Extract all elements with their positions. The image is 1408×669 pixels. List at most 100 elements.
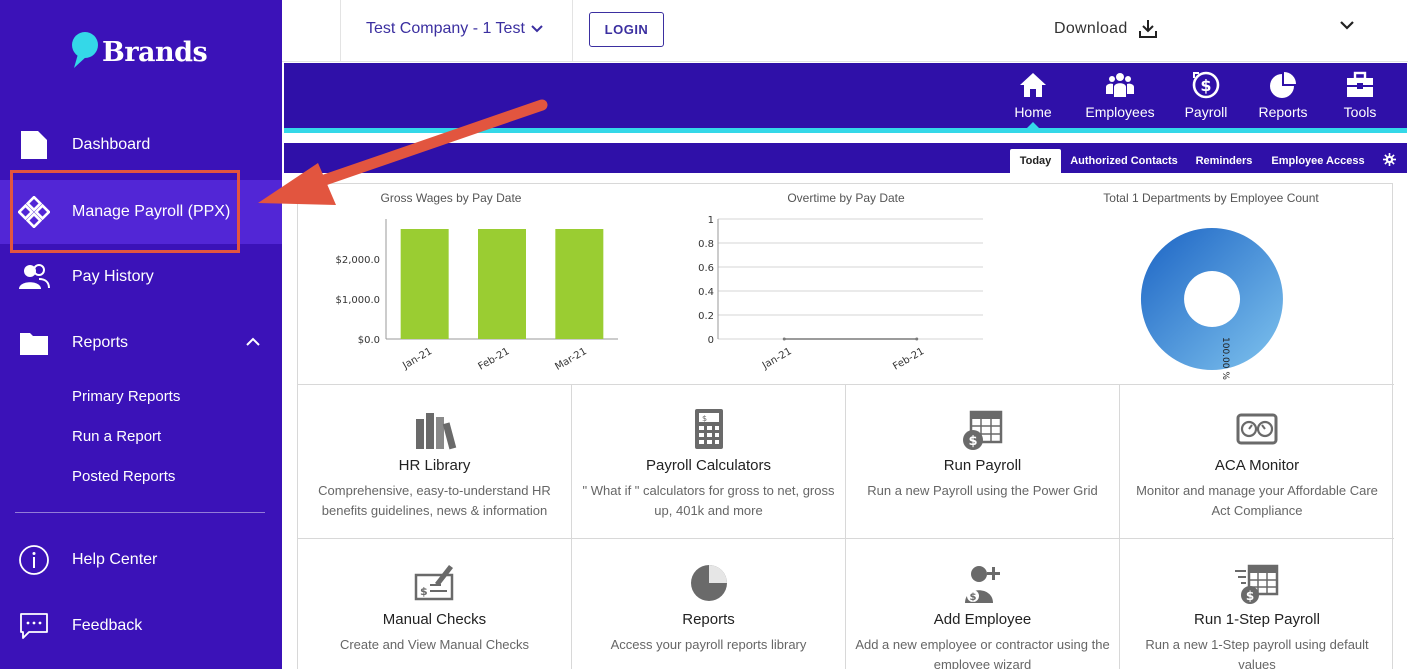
tile-description: Monitor and manage your Affordable Care … [1136, 483, 1378, 518]
company-name: Test Company - 1 Test [366, 20, 525, 37]
svg-text:$: $ [1200, 76, 1211, 95]
sidebar-item-label: Pay History [72, 268, 154, 285]
login-button[interactable]: LOGIN [589, 12, 664, 47]
tab-label: Tools [1343, 104, 1377, 120]
data-point[interactable] [915, 337, 919, 341]
x-tick-label: Jan-21 [400, 346, 434, 372]
calendar-dollar-icon: $ [962, 410, 1002, 450]
chat-icon [20, 613, 48, 639]
sidebar-item-help-center[interactable]: Help Center [0, 533, 282, 587]
x-tick-label: Jan-21 [760, 346, 794, 372]
gear-icon[interactable] [1383, 153, 1396, 166]
svg-text:$: $ [969, 592, 976, 603]
svg-text:$: $ [968, 434, 977, 449]
tab-label: Payroll [1184, 104, 1228, 120]
folder-icon [20, 333, 48, 355]
donut-slice-label: 100.00 % [1220, 337, 1230, 380]
chart-title-overtime: Overtime by Pay Date [787, 191, 905, 205]
x-tick-label: Feb-21 [477, 346, 512, 373]
tile-title: HR Library [398, 457, 471, 474]
chevron-down-icon[interactable] [1340, 20, 1354, 30]
tile-description: " What if " calculators for gross to net… [582, 483, 835, 518]
tile-title: Manual Checks [382, 611, 487, 628]
tile-hr-library[interactable]: HR Library Comprehensive, easy-to-unders… [298, 385, 572, 539]
subtab-reminders[interactable]: Reminders [1190, 149, 1258, 173]
home-icon [1020, 73, 1046, 97]
company-selector[interactable]: Test Company - 1 Test [366, 20, 543, 38]
download-label: Download [1054, 20, 1128, 37]
employees-icon [1106, 73, 1134, 97]
tile-run-1-step-payroll[interactable]: $ Run 1-Step Payroll Run a new 1-Step pa… [1120, 539, 1394, 669]
tab-home[interactable]: Home [993, 70, 1073, 125]
tile-title: Run 1-Step Payroll [1194, 611, 1320, 628]
x-tick-label: Feb-21 [891, 346, 926, 373]
tile-manual-checks[interactable]: $ Manual Checks Create and View Manual C… [298, 539, 572, 669]
tile-aca-monitor[interactable]: ACA Monitor Monitor and manage your Affo… [1120, 385, 1394, 539]
topbar-separator [340, 0, 341, 62]
tab-tools[interactable]: Tools [1320, 70, 1400, 125]
sidebar-item-reports[interactable]: Reports [0, 316, 282, 370]
tab-label: Home [1014, 104, 1052, 120]
y-tick-label: 0.2 [698, 311, 714, 322]
tile-description: Create and View Manual Checks [339, 637, 530, 652]
donut-slice[interactable] [1140, 228, 1283, 370]
chart-title-departments: Total 1 Departments by Employee Count [1103, 191, 1319, 205]
tile-reports[interactable]: Reports Access your payroll reports libr… [572, 539, 846, 669]
tile-title: Payroll Calculators [645, 457, 772, 474]
payroll-icon: $ [1192, 71, 1220, 99]
tile-run-payroll[interactable]: $ Run Payroll Run a new Payroll using th… [846, 385, 1120, 539]
y-tick-label: 0 [708, 335, 714, 346]
data-point[interactable] [782, 337, 786, 341]
y-tick-label: 1 [708, 215, 714, 226]
chevron-down-icon [531, 25, 543, 33]
gauge-icon [1236, 413, 1278, 445]
tile-description: Add a new employee or contractor using t… [855, 637, 1110, 669]
pie-chart-icon [690, 565, 727, 601]
add-person-icon: $ [964, 566, 1000, 603]
bar[interactable] [555, 229, 604, 339]
bar[interactable] [400, 229, 449, 339]
sidebar-item-feedback[interactable]: Feedback [0, 599, 282, 653]
subtab-employee-access[interactable]: Employee Access [1266, 149, 1370, 173]
tile-title: Add Employee [933, 611, 1032, 628]
sidebar-item-label: Reports [72, 334, 129, 351]
departments-donut-chart: 100.00 % [1140, 228, 1283, 380]
pie-icon [1270, 72, 1296, 98]
sidebar-subitem-run-a-report[interactable]: Run a Report [72, 428, 161, 445]
brand-logo[interactable]: Brands [70, 30, 208, 74]
tile-description: Access your payroll reports library [610, 637, 807, 652]
top-bar: Test Company - 1 Test LOGIN Download [282, 0, 1408, 62]
sidebar-subitem-primary-reports[interactable]: Primary Reports [72, 388, 180, 405]
bar[interactable] [478, 229, 526, 339]
gross-wages-chart: $0.0 $1,000.0 $2,000.0 Jan-21 Feb-21 Mar-21 [335, 219, 618, 373]
chevron-up-icon[interactable] [246, 337, 260, 347]
y-tick-label: $0.0 [358, 335, 380, 346]
subtab-authorized-contacts[interactable]: Authorized Contacts [1066, 149, 1182, 173]
brand-logo-icon [72, 32, 98, 68]
sidebar-subitem-posted-reports[interactable]: Posted Reports [72, 468, 175, 485]
download-icon [1138, 20, 1157, 38]
tab-employees[interactable]: Employees [1080, 70, 1160, 125]
y-tick-label: $2,000.0 [335, 255, 380, 266]
sidebar-divider [15, 512, 265, 513]
tile-payroll-calculators[interactable]: $ Payroll Calculators " What if " calcul… [572, 385, 846, 539]
x-tick-label: Mar-21 [553, 346, 588, 373]
annotation-highlight-box [10, 170, 240, 253]
tab-payroll[interactable]: $ Payroll [1166, 70, 1246, 125]
y-tick-label: 0.8 [698, 239, 714, 250]
fast-calendar-icon: $ [1235, 564, 1279, 604]
subtab-today[interactable]: Today [1010, 149, 1061, 173]
tile-title: Run Payroll [943, 457, 1022, 474]
toolbox-icon [1347, 71, 1373, 97]
file-icon [21, 131, 47, 159]
tile-description: Run a new 1-Step payroll using default v… [1145, 637, 1369, 669]
calculator-icon: $ [694, 409, 723, 449]
y-tick-label: 0.4 [698, 287, 714, 298]
tile-add-employee[interactable]: $ Add Employee Add a new employee or con… [846, 539, 1120, 669]
topbar-separator [572, 0, 573, 62]
sidebar-item-pay-history[interactable]: Pay History [0, 250, 282, 304]
download-button[interactable]: Download [1054, 19, 1158, 39]
tab-reports[interactable]: Reports [1243, 70, 1323, 125]
tab-label: Employees [1085, 104, 1155, 120]
y-tick-label: 0.6 [698, 263, 714, 274]
